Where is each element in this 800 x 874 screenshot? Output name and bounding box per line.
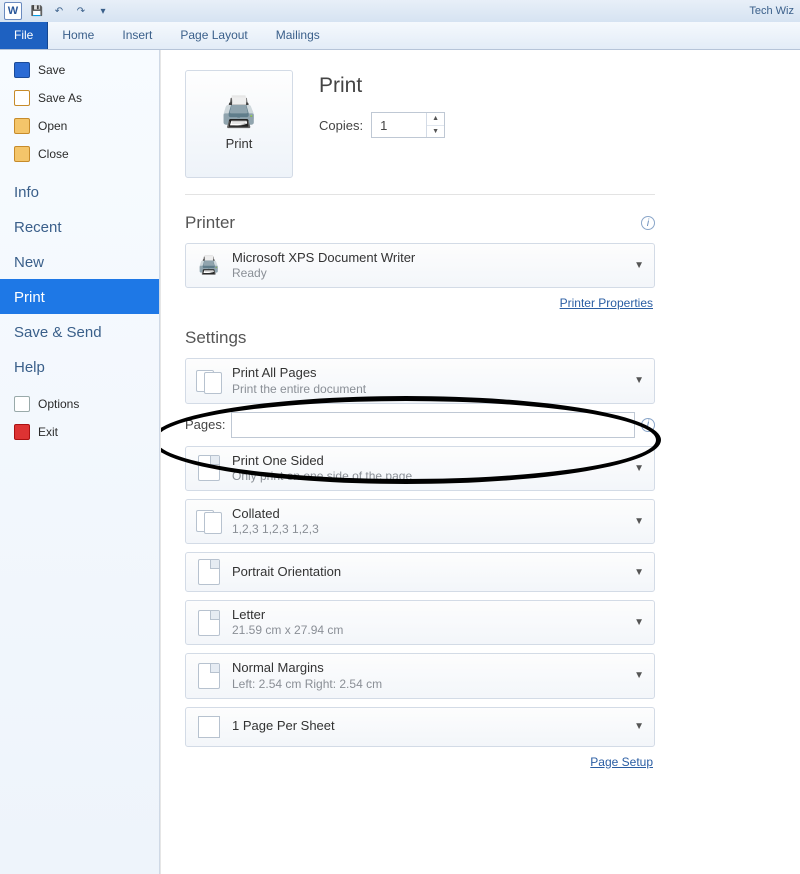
setting-collate[interactable]: Collated 1,2,3 1,2,3 1,2,3 ▼	[185, 499, 655, 544]
setting-print-range[interactable]: Print All Pages Print the entire documen…	[185, 358, 655, 403]
nav-label: Exit	[38, 425, 58, 439]
copies-input[interactable]	[372, 113, 426, 137]
copies-spinner[interactable]: ▲ ▼	[371, 112, 445, 138]
printer-icon: 🖨️	[220, 98, 257, 128]
printer-info-icon[interactable]: i	[641, 216, 655, 230]
print-header-block: 🖨️ Print Print Copies: ▲ ▼	[185, 70, 655, 195]
nav-info[interactable]: Info	[0, 174, 159, 209]
printer-select[interactable]: 🖨️ Microsoft XPS Document Writer Ready ▼	[185, 243, 655, 288]
copies-down-icon[interactable]: ▼	[427, 126, 444, 138]
word-app-icon: W	[4, 2, 22, 20]
dropdown-caret-icon: ▼	[626, 463, 644, 474]
collate-icon	[196, 508, 222, 534]
nav-new[interactable]: New	[0, 244, 159, 279]
page-setup-link[interactable]: Page Setup	[590, 755, 653, 769]
nav-label: Options	[38, 397, 79, 411]
nav-open[interactable]: Open	[0, 112, 159, 140]
nav-exit[interactable]: Exit	[0, 418, 159, 446]
letter-icon	[196, 610, 222, 636]
settings-section-label: Settings	[185, 328, 655, 348]
sheet-icon	[196, 714, 222, 740]
portrait-icon	[196, 559, 222, 585]
nav-label: Save As	[38, 91, 82, 105]
pages-label: Pages:	[185, 417, 225, 432]
window-title: Tech Wiz	[114, 5, 800, 17]
tab-home[interactable]: Home	[48, 22, 108, 49]
nav-label: Save	[38, 63, 65, 77]
dropdown-caret-icon: ▼	[626, 617, 644, 628]
dropdown-caret-icon: ▼	[626, 375, 644, 386]
dropdown-caret-icon: ▼	[626, 721, 644, 732]
nav-label: Open	[38, 119, 67, 133]
setting-margins[interactable]: Normal Margins Left: 2.54 cm Right: 2.54…	[185, 653, 655, 698]
pages-input[interactable]	[231, 412, 635, 438]
dropdown-caret-icon: ▼	[626, 670, 644, 681]
copies-up-icon[interactable]: ▲	[427, 113, 444, 126]
setting-sides[interactable]: Print One Sided Only print on one side o…	[185, 446, 655, 491]
setting-orientation[interactable]: Portrait Orientation ▼	[185, 552, 655, 592]
nav-print[interactable]: Print	[0, 279, 159, 314]
qat-undo-icon[interactable]: ↶	[50, 2, 68, 20]
open-icon	[14, 118, 30, 134]
nav-help[interactable]: Help	[0, 349, 159, 384]
nav-recent[interactable]: Recent	[0, 209, 159, 244]
print-heading: Print	[319, 74, 445, 98]
backstage: Save Save As Open Close Info Recent New …	[0, 50, 800, 874]
dropdown-caret-icon: ▼	[626, 260, 644, 271]
ribbon-tabs: File Home Insert Page Layout Mailings	[0, 22, 800, 50]
qat-customize-icon[interactable]: ▾	[94, 2, 112, 20]
pages-icon	[196, 368, 222, 394]
qat-save-icon[interactable]: 💾	[28, 2, 46, 20]
print-button[interactable]: 🖨️ Print	[185, 70, 293, 178]
dropdown-caret-icon: ▼	[626, 567, 644, 578]
nav-save-as[interactable]: Save As	[0, 84, 159, 112]
copies-label: Copies:	[319, 118, 363, 133]
tab-mailings[interactable]: Mailings	[262, 22, 334, 49]
tab-insert[interactable]: Insert	[108, 22, 166, 49]
title-bar: W 💾 ↶ ↷ ▾ Tech Wiz	[0, 0, 800, 22]
qat-redo-icon[interactable]: ↷	[72, 2, 90, 20]
margins-icon	[196, 663, 222, 689]
save-icon	[14, 62, 30, 78]
print-button-label: Print	[226, 136, 253, 151]
nav-close[interactable]: Close	[0, 140, 159, 168]
close-file-icon	[14, 146, 30, 162]
page-icon	[196, 455, 222, 481]
printer-device-icon: 🖨️	[196, 253, 222, 279]
printer-status: Ready	[232, 266, 616, 281]
tab-file[interactable]: File	[0, 22, 48, 49]
nav-save-send[interactable]: Save & Send	[0, 314, 159, 349]
printer-section-label: Printer i	[185, 213, 655, 233]
exit-icon	[14, 424, 30, 440]
print-panel: 🖨️ Print Print Copies: ▲ ▼	[160, 50, 800, 874]
options-icon	[14, 396, 30, 412]
setting-pages-per-sheet[interactable]: 1 Page Per Sheet ▼	[185, 707, 655, 747]
nav-save[interactable]: Save	[0, 56, 159, 84]
save-as-icon	[14, 90, 30, 106]
pages-row: Pages: i	[185, 412, 655, 438]
printer-properties-link[interactable]: Printer Properties	[560, 296, 653, 310]
pages-info-icon[interactable]: i	[641, 418, 655, 432]
dropdown-caret-icon: ▼	[626, 516, 644, 527]
nav-options[interactable]: Options	[0, 390, 159, 418]
tab-page-layout[interactable]: Page Layout	[166, 22, 261, 49]
nav-label: Close	[38, 147, 69, 161]
backstage-nav: Save Save As Open Close Info Recent New …	[0, 50, 160, 874]
printer-name: Microsoft XPS Document Writer	[232, 250, 616, 266]
setting-paper-size[interactable]: Letter 21.59 cm x 27.94 cm ▼	[185, 600, 655, 645]
